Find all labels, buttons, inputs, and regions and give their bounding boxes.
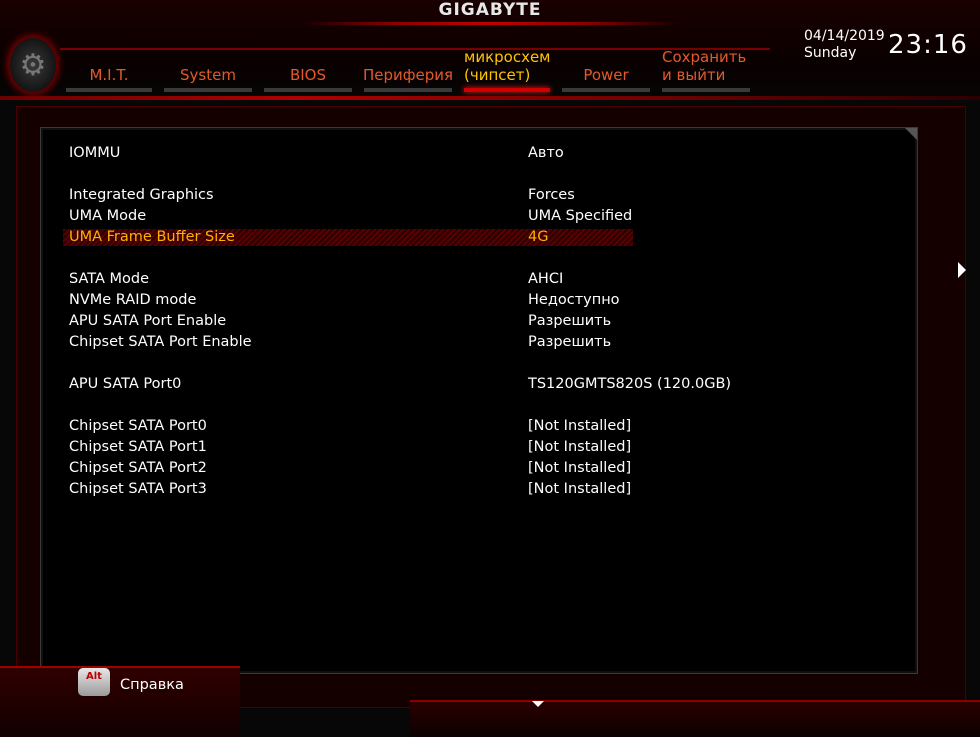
setting-value: 4G bbox=[528, 229, 549, 245]
setting-row-integrated-graphics[interactable]: Integrated Graphics Forces bbox=[69, 185, 909, 206]
setting-label: SATA Mode bbox=[69, 271, 150, 287]
setting-value: AHCI bbox=[528, 271, 564, 287]
tab-chipset-label-line2: (чипсет) bbox=[464, 66, 531, 84]
setting-value: [Not Installed] bbox=[528, 418, 632, 434]
tab-power[interactable]: Power bbox=[562, 52, 650, 92]
date-text: 04/14/2019 bbox=[804, 28, 885, 44]
weekday-text: Sunday bbox=[804, 45, 857, 61]
header-divider bbox=[0, 96, 980, 100]
footer-bar bbox=[410, 700, 980, 737]
setting-label: Integrated Graphics bbox=[69, 187, 214, 203]
setting-label: APU SATA Port0 bbox=[69, 376, 182, 392]
tab-save-exit-label-line2: и выйти bbox=[662, 66, 726, 84]
clock-time: 23:16 bbox=[888, 30, 968, 60]
setting-value: Разрешить bbox=[528, 334, 612, 350]
tab-bios-label: BIOS bbox=[289, 66, 327, 84]
setting-label: UMA Mode bbox=[69, 208, 147, 224]
setting-row-chipset-sata-port1: Chipset SATA Port1 [Not Installed] bbox=[69, 437, 909, 458]
tab-mit[interactable]: M.I.T. bbox=[66, 52, 152, 92]
setting-row-apu-sata-port0: APU SATA Port0 TS120GMTS820S (120.0GB) bbox=[69, 374, 909, 395]
help-label[interactable]: Справка bbox=[120, 677, 184, 693]
setting-label: Chipset SATA Port0 bbox=[69, 418, 207, 434]
tab-system-label: System bbox=[180, 66, 236, 84]
tab-save-exit[interactable]: Сохранить и выйти bbox=[662, 48, 750, 92]
setting-row-sata-mode[interactable]: SATA Mode AHCI bbox=[69, 269, 909, 290]
setting-label: Chipset SATA Port3 bbox=[69, 481, 207, 497]
tab-power-label: Power bbox=[583, 66, 629, 84]
setting-label: Chipset SATA Port1 bbox=[69, 439, 207, 455]
setting-value: [Not Installed] bbox=[528, 439, 632, 455]
setting-row-chipset-sata-port-enable[interactable]: Chipset SATA Port Enable Разрешить bbox=[69, 332, 909, 353]
setting-value: [Not Installed] bbox=[528, 460, 632, 476]
setting-value: Forces bbox=[528, 187, 575, 203]
setting-label: Chipset SATA Port Enable bbox=[69, 334, 252, 350]
panel-corner-icon bbox=[905, 128, 917, 140]
setting-row-nvme-raid-mode[interactable]: NVMe RAID mode Недоступно bbox=[69, 290, 909, 311]
setting-row-uma-frame-buffer-size[interactable]: UMA Frame Buffer Size 4G bbox=[63, 227, 909, 248]
setting-row-chipset-sata-port0: Chipset SATA Port0 [Not Installed] bbox=[69, 416, 909, 437]
setting-row-iommu[interactable]: IOMMU Авто bbox=[69, 143, 909, 164]
alt-key-icon[interactable]: Alt bbox=[78, 668, 110, 696]
setting-label: Chipset SATA Port2 bbox=[69, 460, 207, 476]
setting-row-chipset-sata-port3: Chipset SATA Port3 [Not Installed] bbox=[69, 479, 909, 500]
setting-value: Разрешить bbox=[528, 313, 612, 329]
tab-bios[interactable]: BIOS bbox=[264, 52, 352, 92]
settings-gear-icon[interactable]: ⚙ bbox=[8, 36, 58, 94]
setting-value: Авто bbox=[528, 145, 564, 161]
setting-row-apu-sata-port-enable[interactable]: APU SATA Port Enable Разрешить bbox=[69, 311, 909, 332]
setting-label: NVMe RAID mode bbox=[69, 292, 197, 308]
setting-row-chipset-sata-port2: Chipset SATA Port2 [Not Installed] bbox=[69, 458, 909, 479]
setting-label: UMA Frame Buffer Size bbox=[69, 229, 235, 245]
scroll-down-arrow-icon[interactable] bbox=[532, 701, 544, 707]
tab-mit-label: M.I.T. bbox=[89, 66, 129, 84]
scroll-right-arrow-icon[interactable] bbox=[958, 262, 966, 278]
setting-row-uma-mode[interactable]: UMA Mode UMA Specified bbox=[69, 206, 909, 227]
date-display: 04/14/2019 Sunday bbox=[804, 28, 885, 62]
tab-system[interactable]: System bbox=[164, 52, 252, 92]
setting-label: APU SATA Port Enable bbox=[69, 313, 227, 329]
setting-value: TS120GMTS820S (120.0GB) bbox=[528, 376, 732, 392]
brand-logo: GIGABYTE bbox=[438, 0, 542, 20]
settings-panel: IOMMU Авто Integrated Graphics Forces UM… bbox=[40, 127, 918, 674]
tab-bar: M.I.T. System BIOS Периферия микросхем (… bbox=[60, 48, 770, 100]
tab-peripherals[interactable]: Периферия bbox=[362, 52, 454, 92]
setting-value: Недоступно bbox=[528, 292, 620, 308]
tab-peripherals-label: Периферия bbox=[362, 66, 454, 84]
tab-save-exit-label-line1: Сохранить bbox=[662, 48, 747, 66]
tab-chipset[interactable]: микросхем (чипсет) bbox=[464, 48, 551, 92]
setting-value: UMA Specified bbox=[528, 208, 633, 224]
setting-value: [Not Installed] bbox=[528, 481, 632, 497]
brand-underline bbox=[300, 22, 680, 25]
tab-chipset-label-line1: микросхем bbox=[464, 48, 551, 66]
setting-label: IOMMU bbox=[69, 145, 121, 161]
